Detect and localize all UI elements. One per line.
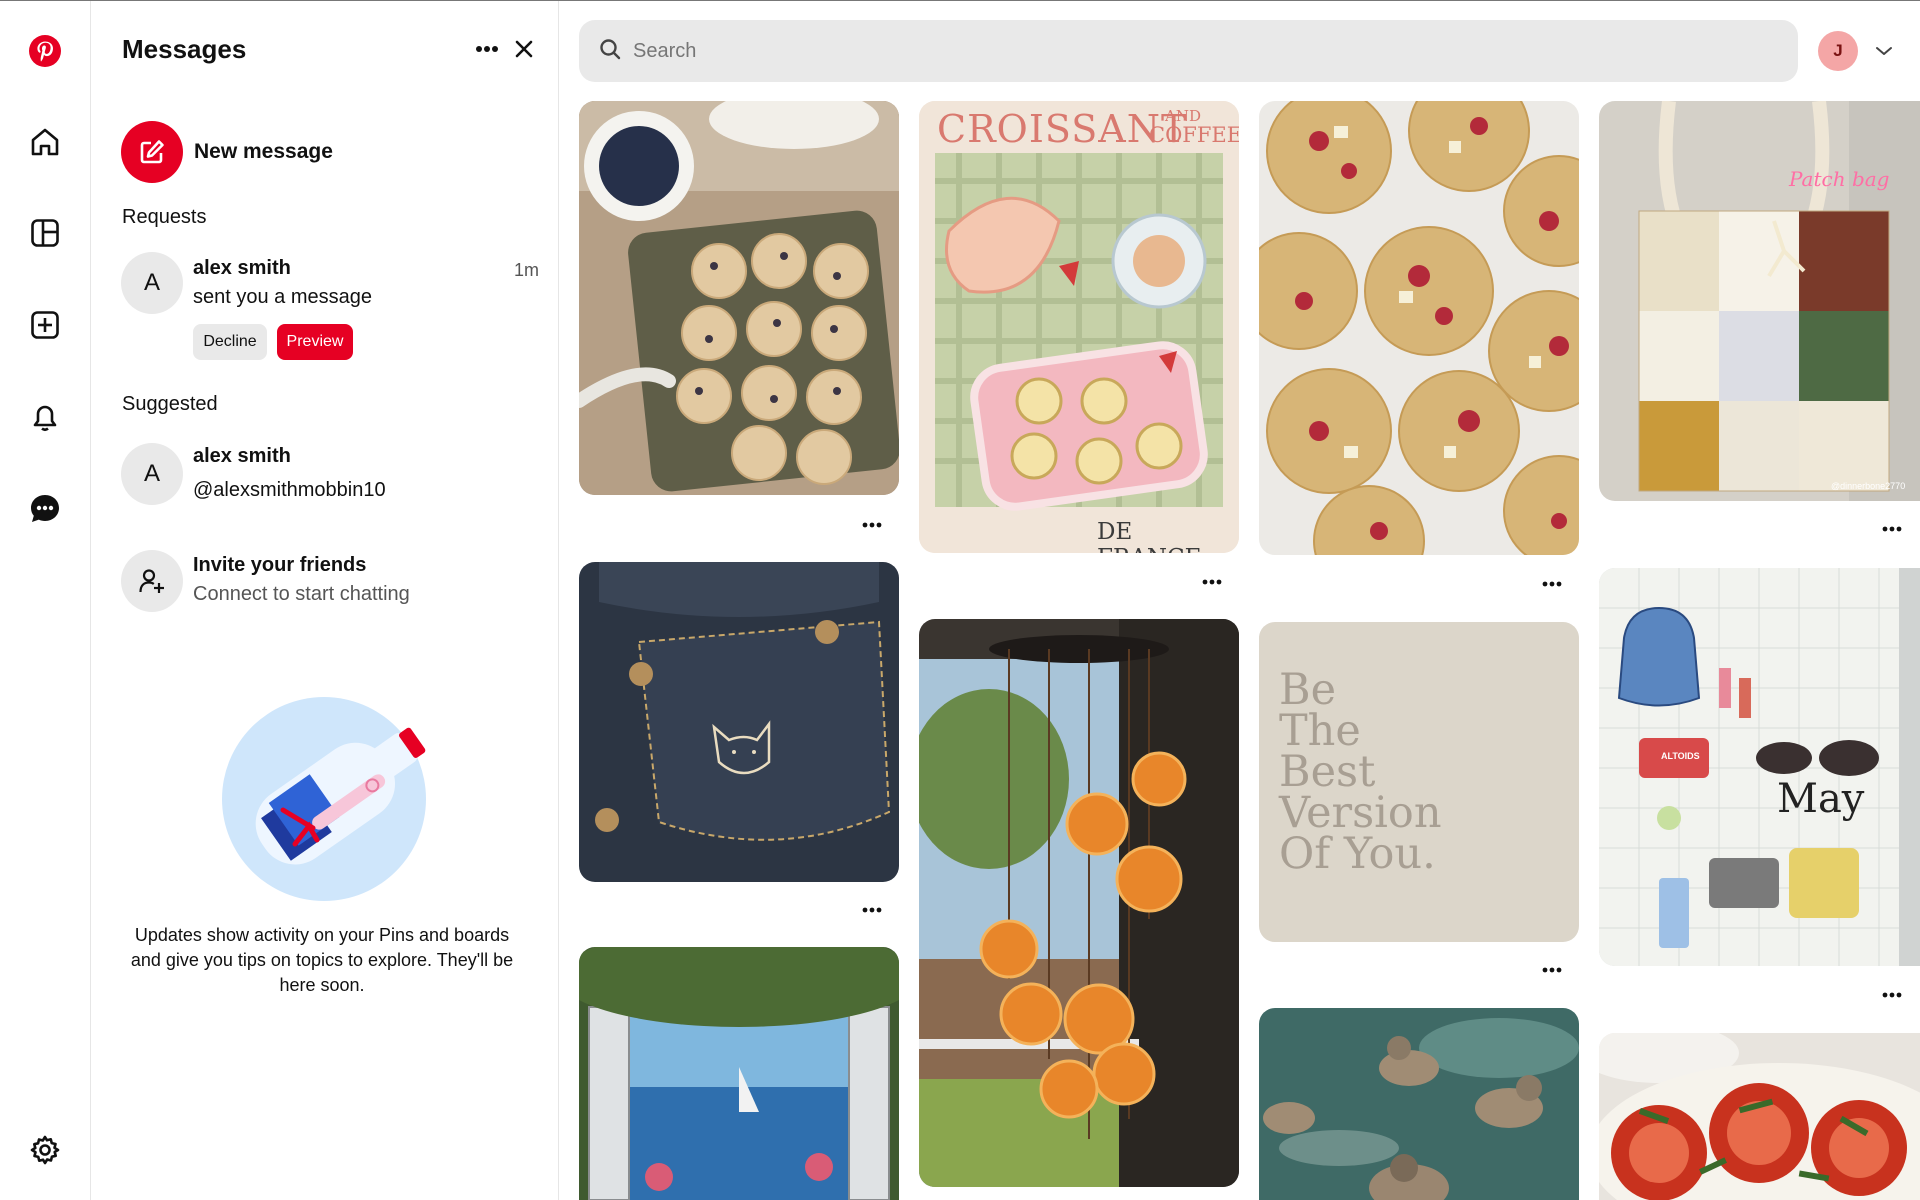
suggested-heading: Suggested (122, 393, 218, 415)
request-sender-name: alex smith (193, 257, 291, 279)
preview-button[interactable]: Preview (277, 324, 353, 360)
new-message-button[interactable]: New message (121, 121, 333, 183)
ducks-pin[interactable] (1259, 1008, 1579, 1200)
decline-button[interactable]: Decline (193, 324, 267, 360)
plus-icon[interactable] (17, 297, 73, 353)
journal-month-text: May (1777, 776, 1865, 822)
search-icon (599, 38, 621, 65)
croissant-coffee-poster-pin[interactable]: CROISSANT AND COFFEE DE FRANCE (919, 101, 1239, 553)
orange-suncatcher-pin[interactable] (919, 619, 1239, 1187)
avatar: A (121, 443, 183, 505)
pinterest-logo-icon[interactable] (17, 23, 73, 79)
quote-text: Be The Best Version Of You. (1279, 665, 1442, 879)
new-message-label: New message (194, 140, 333, 163)
bell-icon[interactable] (17, 389, 73, 445)
more-options-icon[interactable] (469, 33, 505, 65)
tin-text: ALTOIDS (1661, 751, 1700, 761)
quote-line: Best (1279, 747, 1376, 797)
messages-panel: Messages New message Requests A alex smi… (91, 1, 559, 1200)
message-bottle-illustration (221, 686, 441, 906)
avatar: A (121, 252, 183, 314)
quote-pin[interactable]: Be The Best Version Of You. (1259, 622, 1579, 942)
pin-more-icon[interactable] (856, 513, 888, 537)
navigation-rail (0, 1, 91, 1200)
pin-more-icon[interactable] (856, 898, 888, 922)
suggested-contact-name: alex smith (193, 445, 291, 467)
tomato-salad-pin[interactable] (1599, 1033, 1920, 1200)
compose-icon (121, 121, 183, 183)
denim-cat-pocket-pin[interactable] (579, 562, 899, 882)
pin-more-icon[interactable] (1536, 572, 1568, 596)
close-icon[interactable] (506, 33, 542, 65)
blueberry-muffins-pin[interactable] (579, 101, 899, 495)
search-input[interactable]: Search (633, 40, 696, 63)
add-person-icon (121, 550, 183, 612)
chat-icon[interactable] (17, 481, 73, 537)
activity-info-text: Updates show activity on your Pins and b… (130, 925, 514, 995)
quote-line: The (1279, 706, 1361, 756)
sea-window-pin[interactable] (579, 947, 899, 1200)
request-time: 1m (514, 260, 540, 280)
boards-icon[interactable] (17, 205, 73, 261)
poster-coffee-text: COFFEE (1149, 123, 1239, 147)
pin-more-icon[interactable] (1196, 570, 1228, 594)
pin-more-icon[interactable] (1876, 983, 1908, 1007)
pin-credit-text: @dinnerbone2770 (1831, 481, 1906, 491)
quote-line: Be (1279, 665, 1337, 715)
user-avatar[interactable]: J (1818, 31, 1858, 71)
requests-heading: Requests (122, 206, 207, 228)
chevron-down-icon[interactable] (1870, 38, 1898, 64)
gear-icon[interactable] (17, 1122, 73, 1178)
quote-line: Of You. (1279, 829, 1436, 879)
invite-subtitle: Connect to start chatting (193, 583, 410, 605)
pin-more-icon[interactable] (1536, 958, 1568, 982)
quote-line: Version (1279, 788, 1442, 838)
search-bar[interactable]: Search (579, 20, 1798, 82)
request-text: sent you a message (193, 286, 372, 308)
home-icon[interactable] (17, 114, 73, 170)
poster-footer-text: DE FRANCE (1097, 519, 1201, 553)
suggested-contact-handle: @alexsmithmobbin10 (193, 479, 386, 501)
may-journal-pin[interactable]: ALTOIDS May (1599, 568, 1920, 966)
panel-title: Messages (122, 34, 247, 64)
raspberry-cookies-pin[interactable] (1259, 101, 1579, 555)
patchwork-bag-pin[interactable]: Patch bag @dinnerbone2770 (1599, 101, 1920, 501)
invite-title: Invite your friends (193, 554, 367, 576)
pin-more-icon[interactable] (1876, 517, 1908, 541)
pin-overlay-text: Patch bag (1789, 167, 1890, 191)
